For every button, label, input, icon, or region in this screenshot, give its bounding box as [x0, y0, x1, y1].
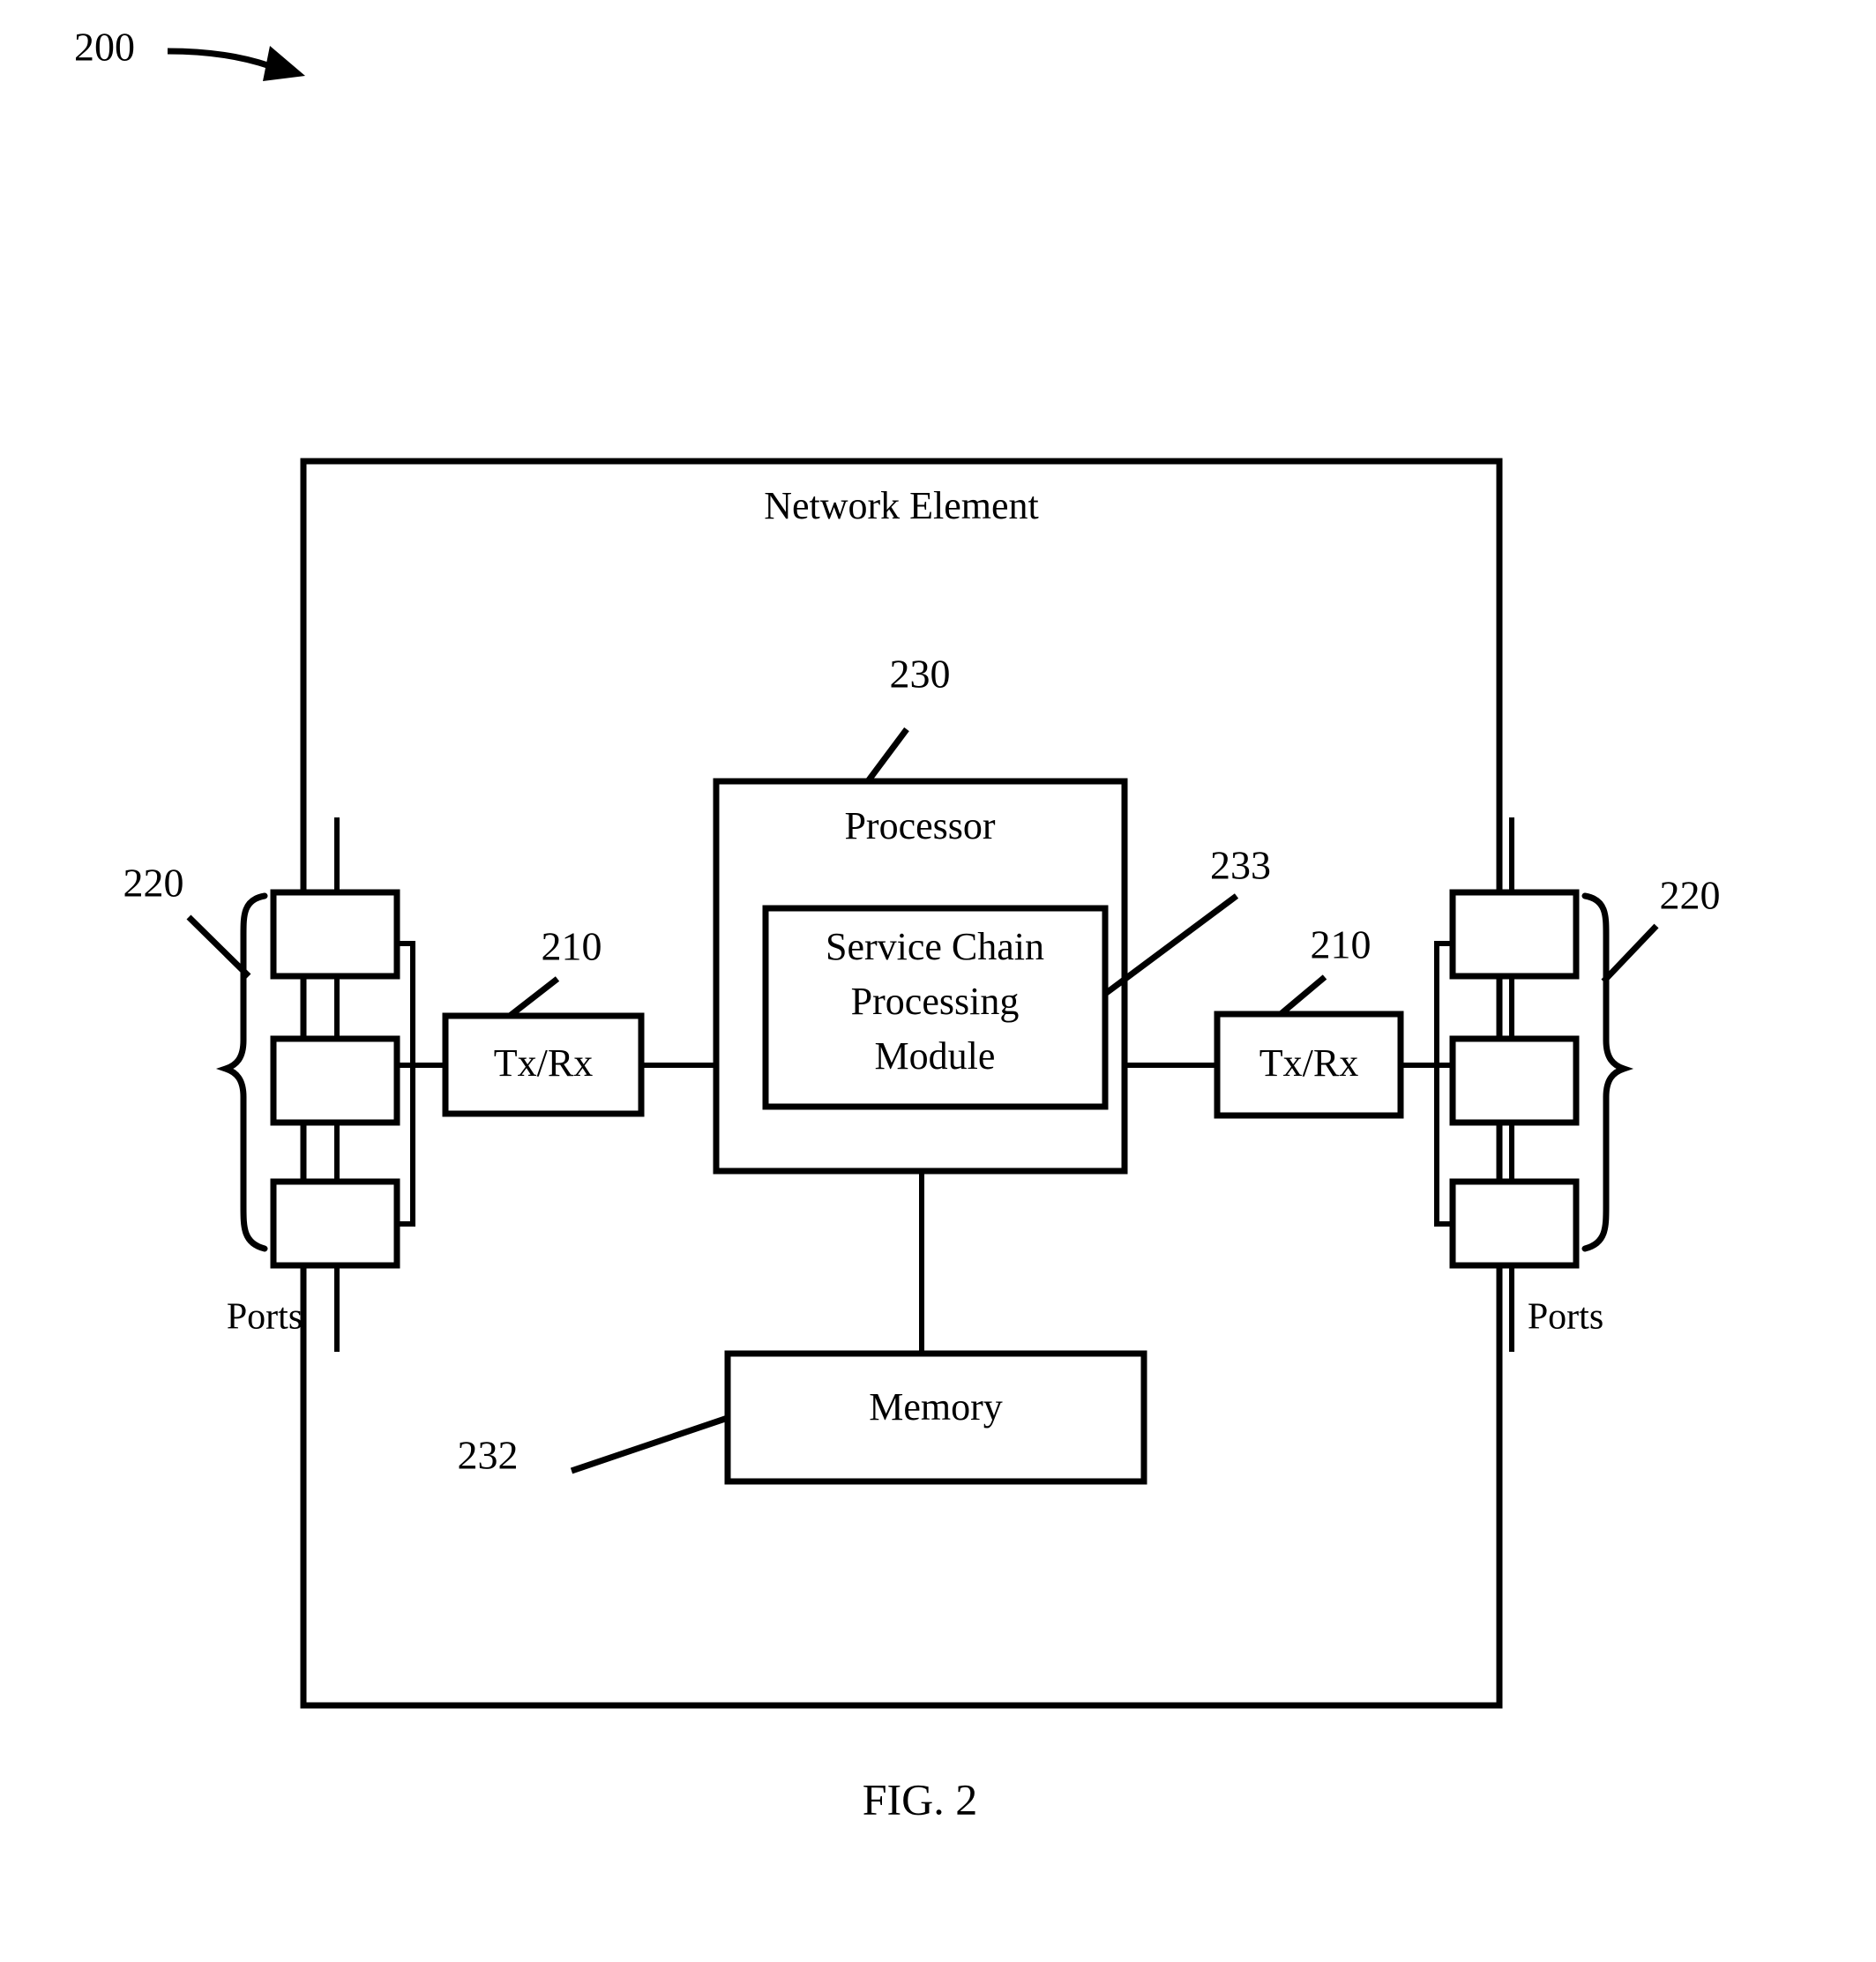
reference-210-left: 210 [542, 924, 602, 969]
reference-230: 230 [890, 652, 951, 697]
reference-210-right: 210 [1311, 922, 1371, 967]
service-chain-module-label-line1: Service Chain [826, 925, 1044, 968]
ports-left-label: Ports [227, 1297, 303, 1338]
patent-figure-2: 200 Network Element Processor 230 Servic… [0, 0, 1876, 1962]
port-left-1 [270, 889, 400, 980]
transceiver-right-label: Tx/Rx [1259, 1041, 1358, 1085]
reference-232: 232 [458, 1433, 519, 1478]
port-right-2 [1449, 1035, 1580, 1126]
ports-right-brace [1581, 892, 1634, 1252]
figure-canvas: 200 Network Element Processor 230 Servic… [74, 25, 1721, 1824]
figure-reference-200: 200 [74, 25, 135, 70]
ports-left-group: 220 Ports [123, 817, 448, 1352]
ports-right-group: 220 Ports [1398, 817, 1721, 1352]
leader-line-210-right [1278, 974, 1327, 1017]
reference-220-left: 220 [123, 861, 184, 906]
port-left-2 [270, 1035, 400, 1126]
port-left-3 [270, 1178, 400, 1269]
leader-line-210-left [507, 976, 560, 1018]
leader-line-220-left [186, 914, 251, 979]
leader-line-220-right [1601, 923, 1659, 984]
service-chain-module-label-line3: Module [875, 1034, 996, 1078]
processor-label: Processor [844, 804, 995, 847]
port-right-3 [1449, 1178, 1580, 1269]
port-right-1 [1449, 889, 1580, 980]
transceiver-left-label: Tx/Rx [494, 1041, 593, 1085]
leader-line-230 [865, 727, 909, 784]
memory-label: Memory [869, 1385, 1003, 1429]
figure-caption: FIG. 2 [863, 1774, 978, 1824]
ports-left-brace [215, 892, 268, 1252]
ports-right-label: Ports [1528, 1297, 1603, 1338]
figure-reference-arrow [167, 46, 305, 81]
network-element-title: Network Element [764, 484, 1039, 527]
reference-233: 233 [1210, 843, 1271, 888]
leader-line-232 [570, 1414, 729, 1474]
reference-220-right: 220 [1660, 873, 1721, 918]
service-chain-module-label-line2: Processing [851, 980, 1020, 1023]
